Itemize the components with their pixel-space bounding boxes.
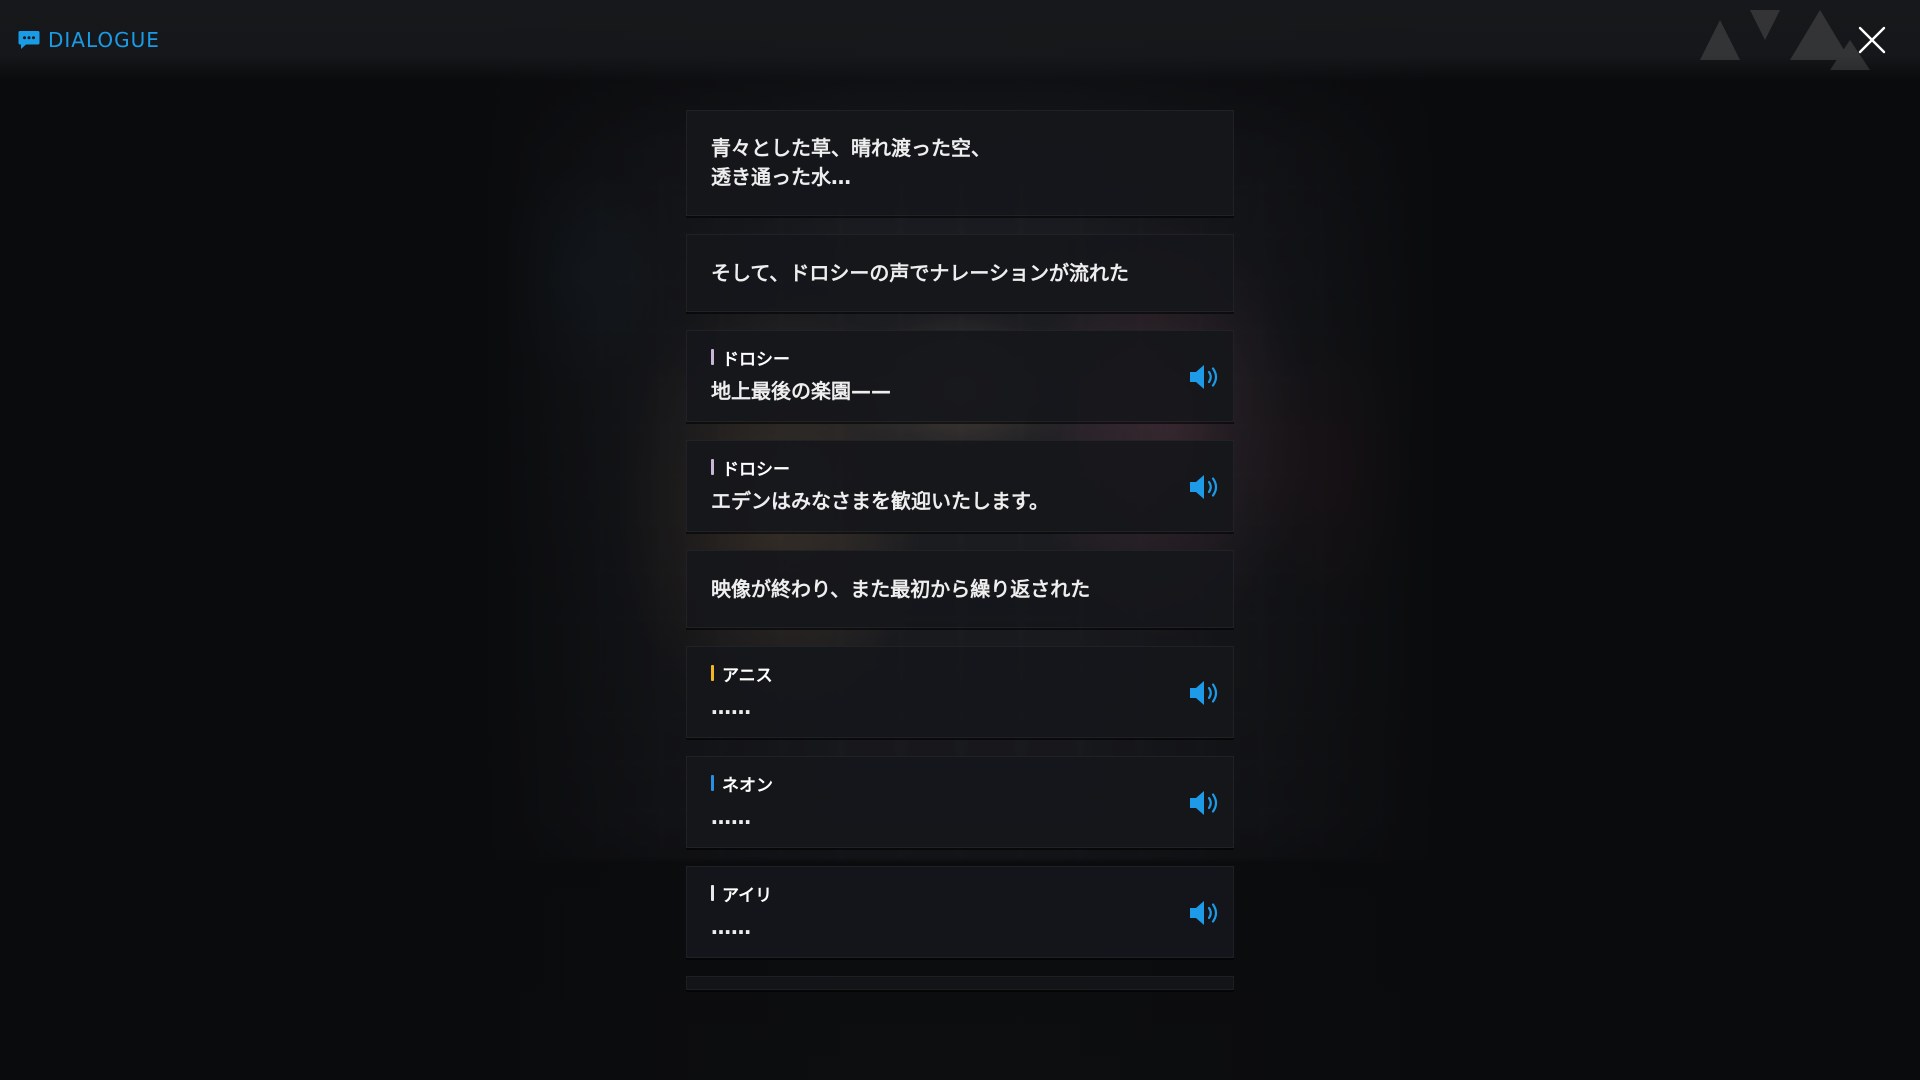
narration-text: 映像が終わり、また最初から繰り返された [711, 576, 1091, 601]
dialogue-text: …… [711, 915, 751, 939]
speaker-volume-icon[interactable] [1187, 471, 1223, 503]
decorative-triangles-icon [1700, 10, 1870, 70]
narration-text: 青々とした草、晴れ渡った空、 透き通った水… [711, 136, 991, 189]
close-icon[interactable] [1856, 24, 1888, 56]
speaker-name-text: アニス [722, 665, 773, 686]
speaker-color-bar [711, 665, 714, 681]
header-bar: DIALOGUE [0, 0, 1920, 80]
speaker-color-bar [711, 885, 714, 901]
narration-entry: 青々とした草、晴れ渡った空、 透き通った水… [686, 110, 1234, 216]
speaker-color-bar [711, 349, 714, 365]
narration-entry: 映像が終わり、また最初から繰り返された [686, 550, 1234, 628]
dialogue-text: 地上最後の楽園—— [711, 379, 891, 403]
speaker-volume-icon[interactable] [1187, 361, 1223, 393]
dialogue-log-screen: DIALOGUE 青々とした草、晴れ渡った空、 透き通った水… そして、ドロシー… [0, 0, 1920, 1080]
narration-text: そして、ドロシーの声でナレーションが流れた [711, 260, 1129, 285]
dialogue-entry: アイリ …… [686, 866, 1234, 958]
narration-entry: そして、ドロシーの声でナレーションが流れた [686, 234, 1234, 312]
dialogue-entry: ドロシー 地上最後の楽園—— [686, 330, 1234, 422]
dialogue-text: …… [711, 695, 751, 719]
speaker-name: アニス [711, 661, 1209, 686]
speaker-name-text: アイリ [722, 885, 773, 906]
dialogue-text: エデンはみなさまを歓迎いたします。 [711, 489, 1049, 513]
speaker-volume-icon[interactable] [1187, 677, 1223, 709]
speaker-volume-icon[interactable] [1187, 897, 1223, 929]
speaker-volume-icon[interactable] [1187, 787, 1223, 819]
speaker-name-text: ドロシー [722, 459, 790, 480]
speaker-name: アイリ [711, 881, 1209, 906]
dialogue-text: …… [711, 805, 751, 829]
dialogue-log-list[interactable]: 青々とした草、晴れ渡った空、 透き通った水… そして、ドロシーの声でナレーション… [686, 110, 1234, 1008]
chat-bubble-icon [18, 31, 40, 49]
speaker-name: ネオン [711, 771, 1209, 796]
speaker-color-bar [711, 775, 714, 791]
speaker-name: ドロシー [711, 345, 1209, 370]
dialogue-entry: ドロシー エデンはみなさまを歓迎いたします。 [686, 440, 1234, 532]
partial-entry-next [686, 976, 1234, 990]
speaker-color-bar [711, 459, 714, 475]
dialogue-title: DIALOGUE [18, 28, 160, 52]
dialogue-entry: アニス …… [686, 646, 1234, 738]
speaker-name-text: ドロシー [722, 349, 790, 370]
speaker-name-text: ネオン [722, 775, 773, 796]
dialogue-entry: ネオン …… [686, 756, 1234, 848]
speaker-name: ドロシー [711, 455, 1209, 480]
dialogue-title-text: DIALOGUE [48, 28, 160, 52]
